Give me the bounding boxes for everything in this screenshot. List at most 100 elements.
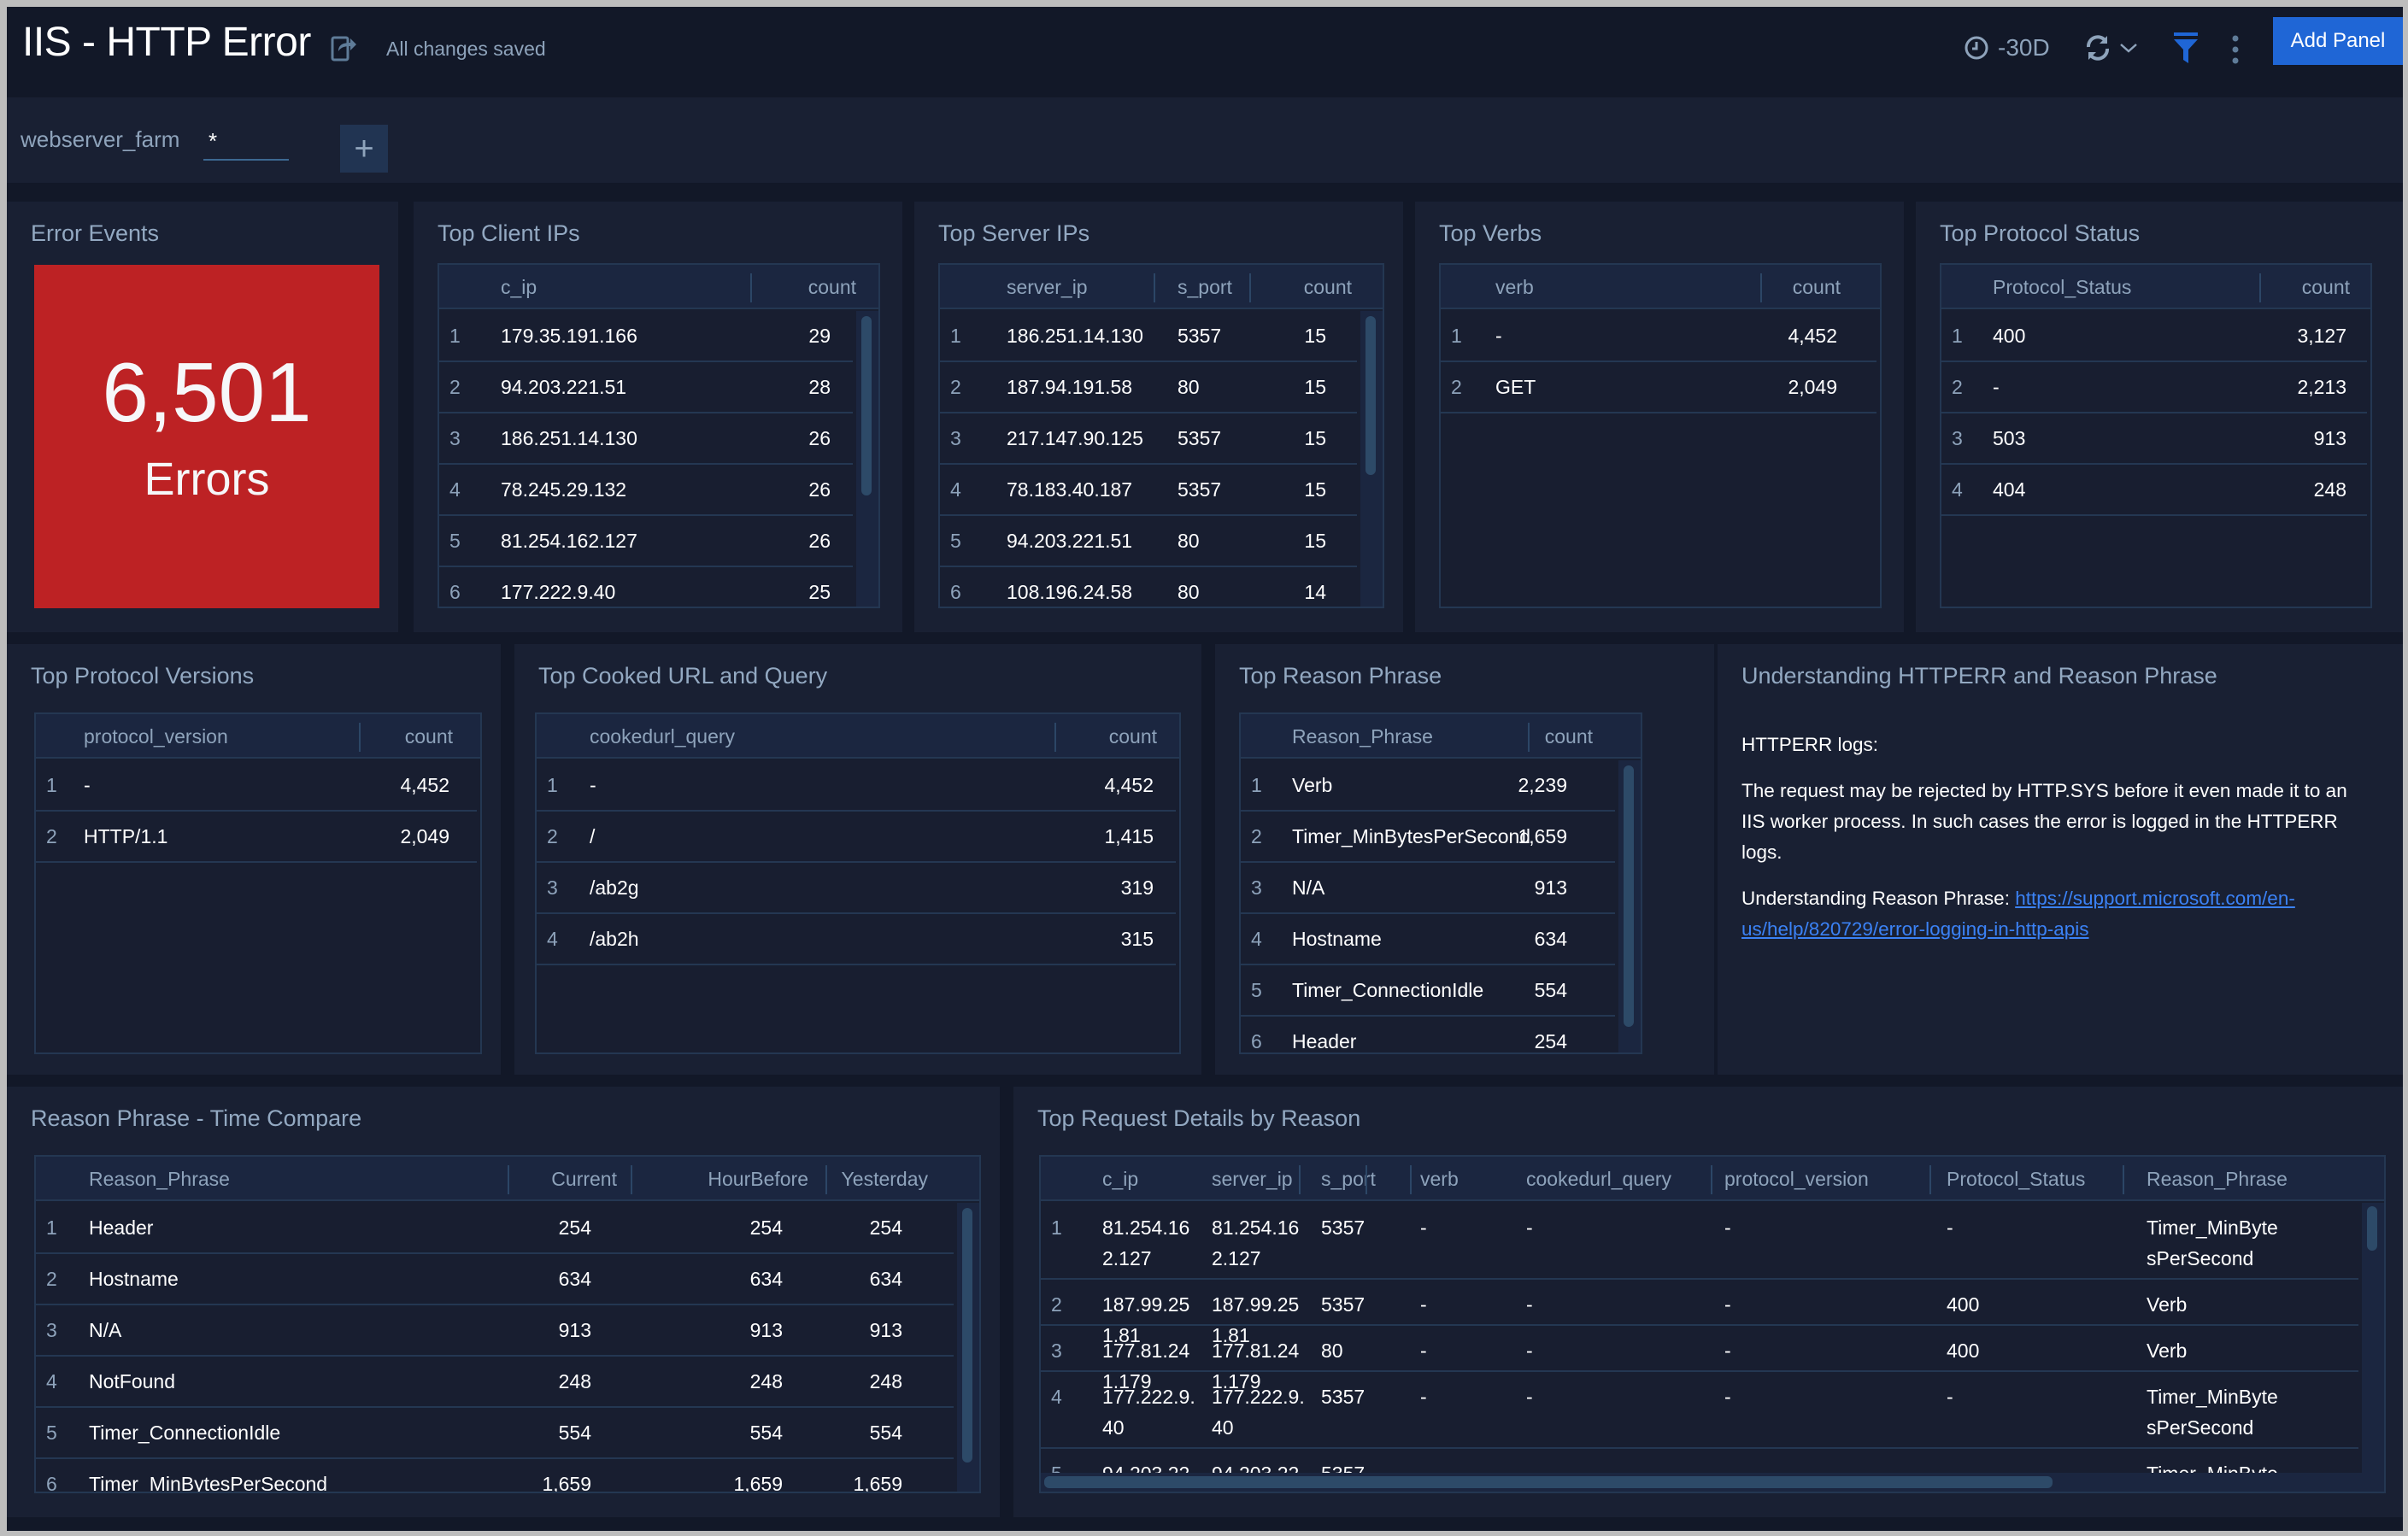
vertical-scrollbar-thumb[interactable]	[2367, 1206, 2377, 1251]
column-header-verb[interactable]: verb	[1495, 265, 1534, 309]
column-header-server-ip[interactable]: server_ip	[1212, 1157, 1293, 1201]
table-row[interactable]: 2 187.99.251.81 187.99.251.81 5357- - -400 Ver…	[1041, 1280, 2358, 1346]
table-row[interactable]: 1 400 3,127	[1941, 311, 2367, 362]
table-row[interactable]: 4 78.183.40.187 5357 15	[940, 465, 1357, 516]
table-row[interactable]: 2 Timer_MinBytesPerSecond 1,659	[1241, 812, 1615, 863]
column-header-hourbefore[interactable]: HourBefore	[708, 1157, 808, 1201]
column-header-cookedurl-query[interactable]: cookedurl_query	[1526, 1157, 1671, 1201]
column-header-server-ip[interactable]: server_ip	[1007, 265, 1088, 309]
column-header-count[interactable]: count	[405, 714, 453, 759]
vertical-scrollbar-thumb[interactable]	[1624, 765, 1634, 1027]
table-row[interactable]: 3 N/A 913	[1241, 863, 1615, 914]
table-row[interactable]: 2 Hostname 634 634 634	[36, 1254, 954, 1305]
column-resize-handle[interactable]	[359, 723, 361, 752]
vertical-scrollbar-thumb[interactable]	[962, 1208, 972, 1463]
column-header-current[interactable]: Current	[551, 1157, 617, 1201]
column-header-verb[interactable]: verb	[1420, 1157, 1459, 1201]
column-resize-handle[interactable]	[2259, 273, 2261, 302]
column-header-c-ip[interactable]: c_ip	[1102, 1157, 1138, 1201]
add-panel-button[interactable]: Add Panel	[2273, 17, 2403, 65]
column-header-protocol-status[interactable]: Protocol_Status	[1947, 1157, 2085, 1201]
column-header-count[interactable]: count	[1545, 714, 1593, 759]
table-row[interactable]: 1 Header 254 254 254	[36, 1203, 954, 1254]
table-row[interactable]: 2 GET 2,049	[1441, 362, 1876, 413]
table-row[interactable]: 2 - 2,213	[1941, 362, 2367, 413]
table-row[interactable]: 1 186.251.14.130 5357 15	[940, 311, 1357, 362]
table-row[interactable]: 5 94.203.221.51 80 15	[940, 516, 1357, 567]
column-resize-handle[interactable]	[508, 1165, 509, 1194]
table-row[interactable]: 3 177.81.241.179 177.81.241.179 80- - -400 Ver…	[1041, 1326, 2358, 1392]
refresh-button[interactable]	[2083, 29, 2138, 67]
table-row[interactable]: 6 108.196.24.58 80 14	[940, 567, 1357, 607]
time-range-picker[interactable]: -30D	[1964, 29, 2050, 67]
column-header-protocol-version[interactable]: protocol_version	[84, 714, 228, 759]
column-header-count[interactable]: count	[808, 265, 856, 309]
webserver-farm-filter-input[interactable]	[203, 123, 289, 161]
column-resize-handle[interactable]	[631, 1165, 632, 1194]
add-filter-button[interactable]: +	[340, 125, 388, 173]
column-resize-handle[interactable]	[1410, 1165, 1412, 1194]
table-row[interactable]: 4/ab2h 315	[537, 914, 1176, 965]
column-header-count[interactable]: count	[1109, 714, 1157, 759]
horizontal-scrollbar-thumb[interactable]	[1044, 1476, 2053, 1488]
table-row[interactable]: 2 94.203.221.51 28	[439, 362, 853, 413]
more-options-icon[interactable]	[2227, 32, 2244, 67]
table-row[interactable]: 1 81.254.162.127 81.254.162.127 5357 - - - - Tim…	[1041, 1203, 2358, 1280]
column-header-reason-phrase[interactable]: Reason_Phrase	[1292, 714, 1433, 759]
table-row[interactable]: 3 N/A 913 913 913	[36, 1305, 954, 1357]
table-row[interactable]: 4 NotFound 248 248 248	[36, 1357, 954, 1408]
column-resize-handle[interactable]	[750, 273, 752, 302]
column-resize-handle[interactable]	[1929, 1165, 1931, 1194]
table-row[interactable]: 5 81.254.162.127 26	[439, 516, 853, 567]
table-row[interactable]: 2 / 1,415	[537, 812, 1176, 863]
table-row[interactable]: 5 Timer_ConnectionIdle 554 554 554	[36, 1408, 954, 1459]
table-row[interactable]: 6 Header 254	[1241, 1017, 1615, 1052]
column-header-s-port[interactable]: s_port	[1178, 265, 1232, 309]
table-row[interactable]: 2 HTTP/1.1 2,049	[36, 812, 477, 863]
column-resize-handle[interactable]	[1054, 723, 1056, 752]
table-row[interactable]: 6 177.222.9.40 25	[439, 567, 853, 607]
column-resize-handle[interactable]	[1154, 273, 1155, 302]
table-row[interactable]: 3/ab2g 319	[537, 863, 1176, 914]
column-resize-handle[interactable]	[2123, 1165, 2124, 1194]
column-header-protocol-status[interactable]: Protocol_Status	[1993, 265, 2131, 309]
table-row[interactable]: 1 - 4,452	[1441, 311, 1876, 362]
column-header-reason-phrase[interactable]: Reason_Phrase	[2147, 1157, 2288, 1201]
table-row[interactable]: 1 - 4,452	[36, 760, 477, 812]
column-header-s-port[interactable]: s_port	[1321, 1157, 1376, 1201]
column-resize-handle[interactable]	[1711, 1165, 1712, 1194]
column-resize-handle[interactable]	[1249, 273, 1251, 302]
table-row[interactable]: 3 186.251.14.130 26	[439, 413, 853, 465]
table-row[interactable]: 2 187.94.191.58 80 15	[940, 362, 1357, 413]
column-resize-handle[interactable]	[1299, 1165, 1301, 1194]
column-resize-handle[interactable]	[1528, 723, 1530, 752]
cell-c-ip: 179.35.191.166	[501, 325, 637, 347]
table-row[interactable]: 4 78.245.29.132 26	[439, 465, 853, 516]
table-row[interactable]: 4 Hostname 634	[1241, 914, 1615, 965]
share-icon[interactable]	[328, 32, 359, 63]
table-row[interactable]: 3 217.147.90.125 5357 15	[940, 413, 1357, 465]
table-row[interactable]: 1 179.35.191.166 29	[439, 311, 853, 362]
vertical-scrollbar-thumb[interactable]	[861, 316, 872, 495]
table-row[interactable]: 5 Timer_ConnectionIdle 554	[1241, 965, 1615, 1017]
table-row[interactable]: 1 Verb 2,239	[1241, 760, 1615, 812]
table-row[interactable]: 3 503 913	[1941, 413, 2367, 465]
column-header-count[interactable]: count	[1304, 265, 1352, 309]
column-resize-handle[interactable]	[1366, 1165, 1367, 1194]
table-row[interactable]: 1 - 4,452	[537, 760, 1176, 812]
table-row[interactable]: 6 Timer_MinBytesPerSecond 1,659 1,659 1,659	[36, 1459, 954, 1492]
column-header-c-ip[interactable]: c_ip	[501, 265, 537, 309]
cell-count: 26	[808, 530, 831, 552]
column-header-count[interactable]: count	[2302, 265, 2350, 309]
column-header-yesterday[interactable]: Yesterday	[842, 1157, 928, 1201]
column-header-count[interactable]: count	[1793, 265, 1841, 309]
column-header-cookedurl-query[interactable]: cookedurl_query	[590, 714, 735, 759]
column-resize-handle[interactable]	[1760, 273, 1762, 302]
filter-icon[interactable]	[2169, 31, 2203, 65]
vertical-scrollbar-thumb[interactable]	[1366, 316, 1376, 475]
table-row[interactable]: 4 404 248	[1941, 465, 2367, 516]
table-row[interactable]: 4 177.222.9.40 177.222.9.40 5357 - - - - Timer_M…	[1041, 1372, 2358, 1449]
column-header-protocol-version[interactable]: protocol_version	[1724, 1157, 1869, 1201]
column-header-reason-phrase[interactable]: Reason_Phrase	[89, 1157, 230, 1201]
column-resize-handle[interactable]	[825, 1165, 827, 1194]
